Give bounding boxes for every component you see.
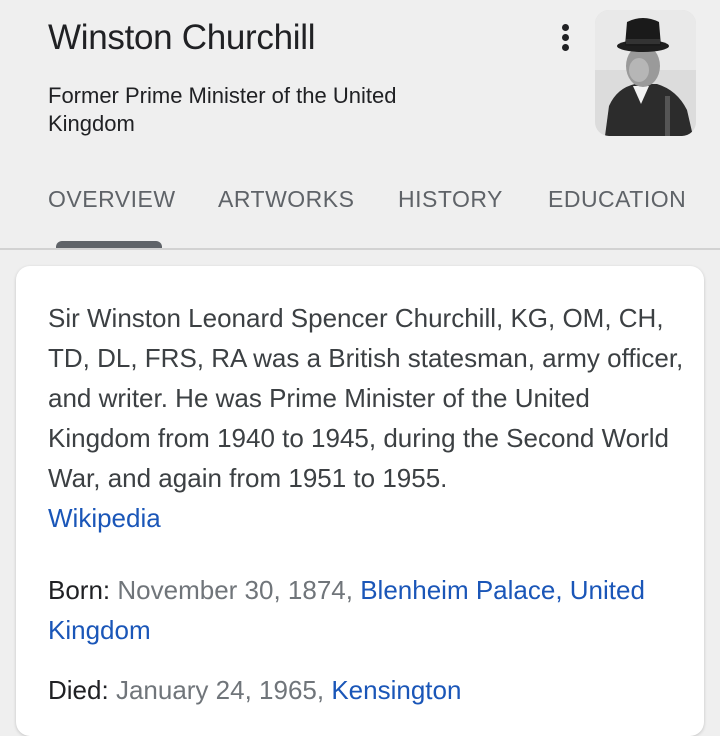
born-fact: Born: November 30, 1874, Blenheim Palace… (48, 570, 688, 650)
died-label: Died: (48, 675, 109, 705)
entity-description: Sir Winston Leonard Spencer Churchill, K… (48, 298, 688, 538)
tab-overview[interactable]: OVERVIEW (48, 186, 176, 213)
portrait-illustration (595, 10, 696, 136)
died-date: January 24, 1965, (115, 675, 325, 705)
winston-churchill-portrait[interactable] (595, 10, 696, 136)
tab-history[interactable]: HISTORY (398, 186, 503, 213)
overview-card: Sir Winston Leonard Spencer Churchill, K… (16, 266, 704, 736)
entity-title: Winston Churchill (48, 18, 316, 57)
more-vert-icon[interactable] (553, 20, 579, 56)
died-fact: Died: January 24, 1965, Kensington (48, 670, 688, 710)
description-text: Sir Winston Leonard Spencer Churchill, K… (48, 303, 684, 493)
more-dot (562, 24, 569, 31)
died-place-link[interactable]: Kensington (331, 675, 461, 705)
more-dot (562, 34, 569, 41)
more-dot (562, 44, 569, 51)
wikipedia-link[interactable]: Wikipedia (48, 503, 161, 533)
entity-subtitle: Former Prime Minister of the United King… (48, 83, 397, 136)
knowledge-panel-header: Winston Churchill Former Prime Minister … (0, 0, 720, 249)
born-label: Born: (48, 575, 111, 605)
tab-education[interactable]: EDUCATION (548, 186, 686, 213)
tab-artworks[interactable]: ARTWORKS (218, 186, 354, 213)
entity-tabs: OVERVIEW ARTWORKS HISTORY EDUCATION (0, 186, 720, 226)
born-date: November 30, 1874, (117, 575, 353, 605)
header-divider (0, 248, 720, 250)
